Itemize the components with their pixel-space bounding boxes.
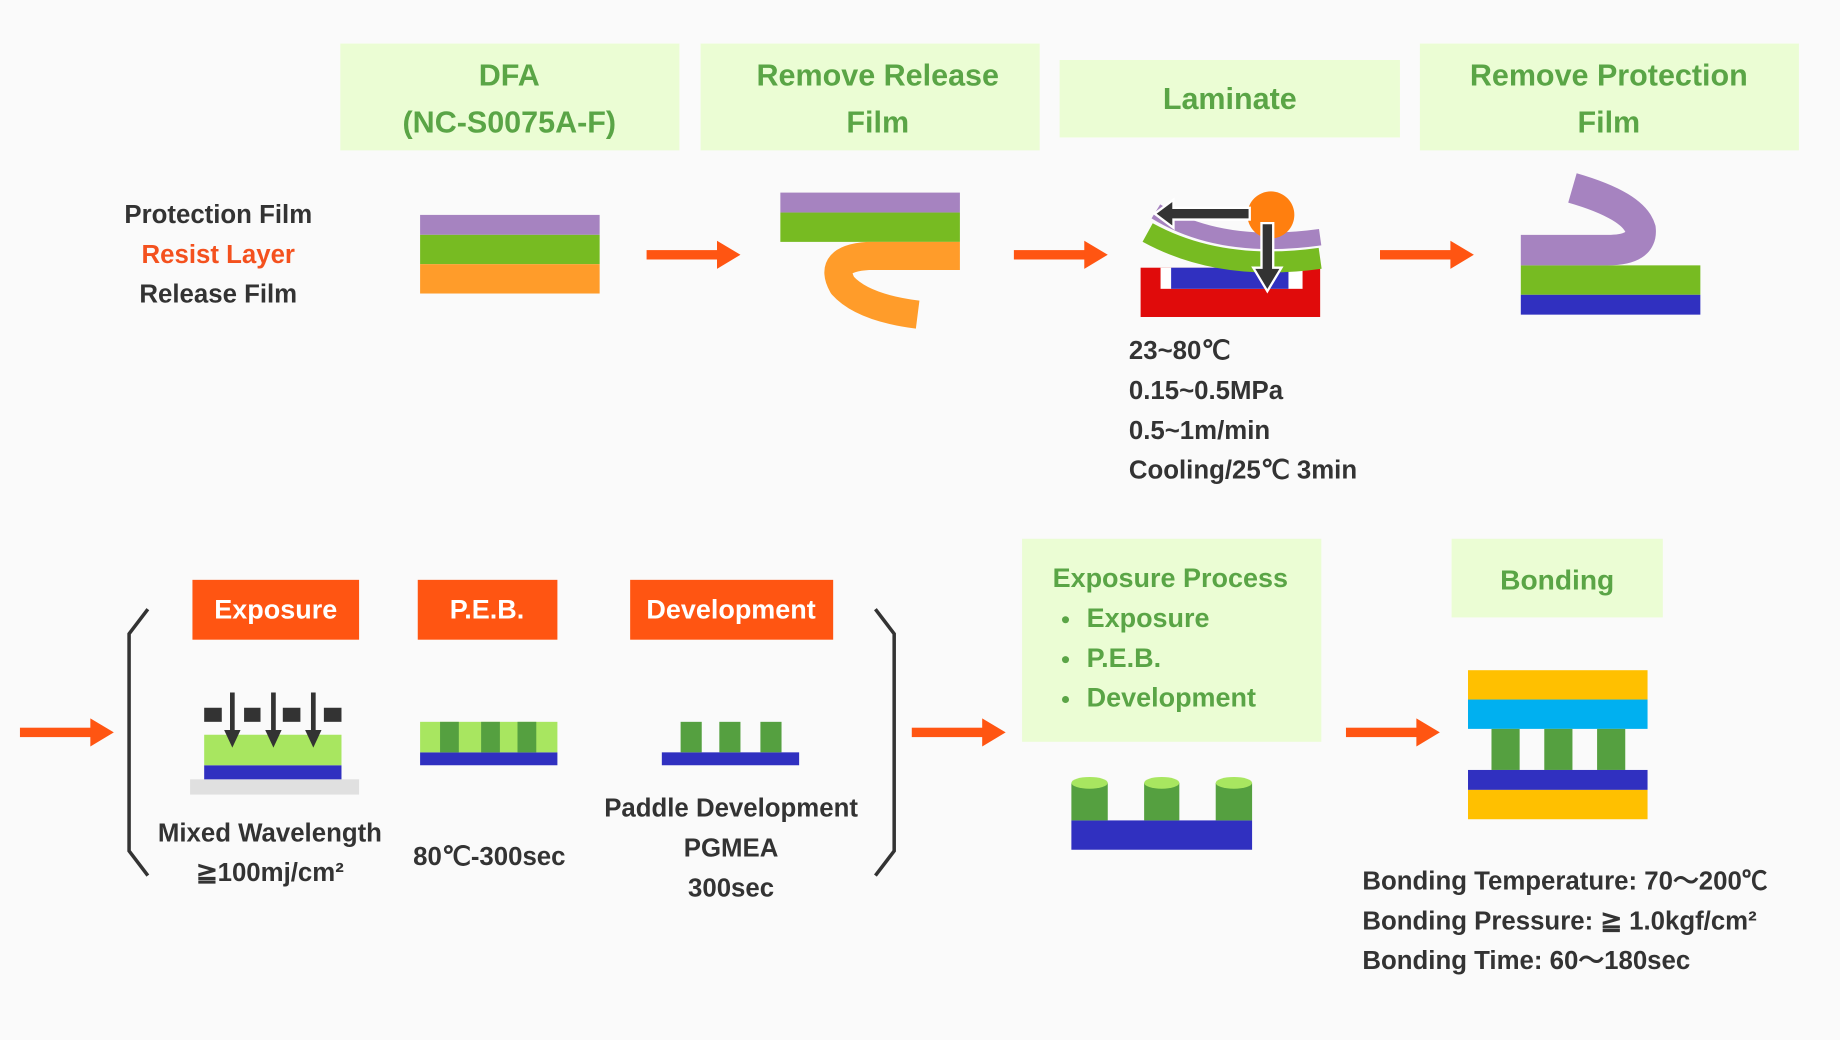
exposure-dose: ≧100mj/cm² [196,859,344,887]
peb-illustration [420,721,558,766]
exposure-note: Mixed Wavelength [158,819,382,847]
development-solvent: PGMEA [684,835,779,863]
bracket-right [874,608,896,877]
arrow-right-icon [911,718,1006,747]
exposure-illustration [190,692,360,795]
laminate-params: 23~80℃ 0.15~0.5MPa 0.5~1m/min Cooling/25… [1129,337,1357,485]
exposure-process-box: Exposure Process Exposure P.E.B. Develop… [1022,538,1322,742]
bracket-left [127,608,150,877]
bonding-pressure: Bonding Pressure: ≧ 1.0kgf/cm² [1362,907,1757,935]
bonding-time: Bonding Time: 60～180sec [1362,947,1690,975]
process-diagram: DFA (NC-S0075A-F) Remove Release Film La… [19,43,1799,975]
legend-protection-film: Protection Film [124,201,312,229]
list-item: Exposure [1087,603,1210,633]
peb-note: 80℃-300sec [413,843,565,871]
remove-protection-illustration [1520,173,1701,315]
label-text: Development [646,595,815,625]
step-title: DFA [479,59,540,93]
arrow-right-icon [1013,240,1108,269]
bonding-illustration [1468,670,1648,820]
list-item: Development [1087,683,1256,713]
step-laminate-header: Laminate [1059,60,1400,138]
substep-peb-label: P.E.B. [417,579,558,640]
step-dfa-header: DFA (NC-S0075A-F) [340,43,680,151]
step-remove-release-header: Remove Release Film [700,43,1040,151]
label-text: Exposure [214,595,337,625]
arrow-right-icon [1380,240,1474,269]
arrow-right-icon [646,240,741,269]
development-time: 300sec [688,874,774,902]
step-subtitle: (NC-S0075A-F) [403,106,617,140]
param-temperature: 23~80℃ [1129,337,1230,365]
arrow-right-icon [1345,718,1440,747]
development-note: Paddle Development [604,795,858,823]
list-item: P.E.B. [1087,643,1161,673]
substep-exposure-label: Exposure [192,579,360,640]
bonding-title: Bonding [1500,565,1614,596]
laminate-illustration [1140,191,1322,317]
bonding-header: Bonding [1451,538,1663,618]
bonding-temperature: Bonding Temperature: 70～200℃ [1362,867,1767,895]
arrow-right-icon [19,718,114,747]
legend-resist-layer: Resist Layer [142,241,295,269]
label-text: P.E.B. [450,595,524,625]
step-title: Remove Release [757,59,999,93]
legend-release-film: Release Film [139,281,297,309]
substep-development-label: Development [630,579,834,640]
param-speed: 0.5~1m/min [1129,417,1270,445]
step-title: Remove Protection [1470,59,1748,93]
param-pressure: 0.15~0.5MPa [1129,377,1284,405]
exposure-process-title: Exposure Process [1053,563,1288,593]
step-title-line2: Film [846,106,909,140]
step-remove-protection-header: Remove Protection Film [1419,43,1799,151]
step-title-line2: Film [1577,106,1640,140]
patterned-pillars-illustration [1071,776,1253,850]
param-cooling: Cooling/25℃ 3min [1129,457,1357,485]
remove-release-illustration [780,192,960,329]
development-illustration [661,721,800,766]
step-title: Laminate [1163,82,1297,116]
dfa-film-stack [420,214,600,294]
